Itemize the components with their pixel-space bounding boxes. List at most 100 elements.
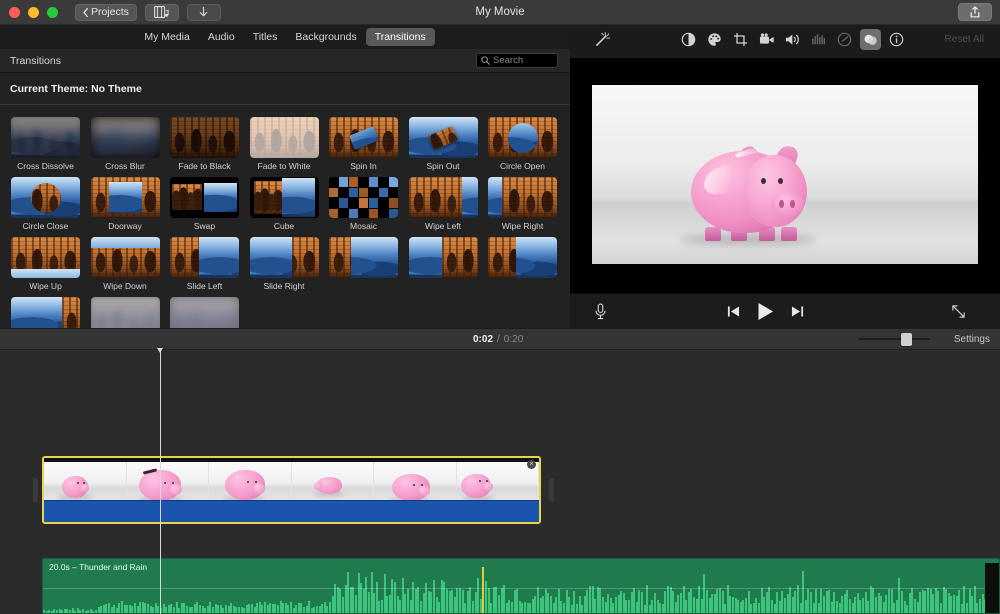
share-button[interactable]: [958, 3, 992, 21]
transition-label: Slide Right: [250, 281, 319, 291]
transition-doorway[interactable]: Doorway: [91, 177, 171, 231]
clip-filter-icon[interactable]: [860, 29, 881, 50]
play-button[interactable]: [757, 302, 774, 321]
timeline-settings-button[interactable]: Settings: [954, 334, 990, 345]
import-media-button[interactable]: [145, 4, 179, 21]
minimize-light[interactable]: [28, 7, 39, 18]
transition-label: Mosaic: [329, 221, 398, 231]
back-to-projects-button[interactable]: Projects: [75, 4, 137, 21]
transition-wipe-up[interactable]: Wipe Up: [11, 237, 91, 291]
voiceover-mic-button[interactable]: [594, 303, 607, 320]
speed-icon[interactable]: [834, 29, 855, 50]
total-duration: 0:20: [504, 334, 523, 345]
clip-trim-handle-left[interactable]: [33, 478, 38, 502]
timeline-toolbar: 0:02 / 0:20 Settings: [0, 328, 1000, 350]
zoom-slider-track: [858, 338, 930, 340]
audio-clip[interactable]: 20.0s – Thunder and Rain: [42, 558, 1000, 614]
transition-thumbnail: [11, 237, 80, 278]
transition-thumbnail: [329, 177, 398, 218]
transitions-browser[interactable]: Cross Dissolve Cross Blur Fade to Black …: [0, 106, 570, 328]
close-light[interactable]: [9, 7, 20, 18]
transition-label: Cross Dissolve: [11, 161, 80, 171]
transition-swap[interactable]: Swap: [170, 177, 250, 231]
skip-backward-button[interactable]: [727, 305, 740, 318]
fullscreen-expand-icon: [951, 304, 966, 319]
inspector-toolbar: Reset All: [570, 25, 1000, 54]
transition-cross-blur[interactable]: Cross Blur: [91, 117, 171, 171]
audio-clip-label: 20.0s – Thunder and Rain: [49, 562, 147, 572]
transition-fade-to-white[interactable]: Fade to White: [250, 117, 330, 171]
browser-title: Transitions: [10, 55, 61, 67]
tab-audio[interactable]: Audio: [199, 28, 244, 46]
transition-label: Spin Out: [409, 161, 478, 171]
tab-backgrounds[interactable]: Backgrounds: [286, 28, 365, 46]
time-separator: /: [497, 334, 500, 345]
transition-partial-c[interactable]: [488, 237, 568, 291]
download-button[interactable]: [187, 4, 221, 21]
transition-cube[interactable]: Cube: [250, 177, 330, 231]
clip-audio-waveform[interactable]: [44, 500, 539, 522]
transport-buttons: [727, 302, 804, 321]
clip-trim-handle-right[interactable]: [549, 478, 554, 502]
transition-thumbnail: [250, 117, 319, 158]
transition-label: Fade to Black: [170, 161, 239, 171]
play-icon: [757, 302, 774, 321]
transition-slide-right[interactable]: Slide Right: [250, 237, 330, 291]
skip-forward-icon: [791, 305, 804, 318]
transition-partial-a[interactable]: [329, 237, 409, 291]
maximize-light[interactable]: [47, 7, 58, 18]
transition-partial-f[interactable]: [170, 297, 250, 328]
transition-label: Fade to White: [250, 161, 319, 171]
skip-forward-button[interactable]: [791, 305, 804, 318]
crop-icon[interactable]: [730, 29, 751, 50]
transition-slide-left[interactable]: Slide Left: [170, 237, 250, 291]
transition-thumbnail: [250, 177, 319, 218]
volume-icon[interactable]: [782, 29, 803, 50]
video-preview[interactable]: [592, 85, 978, 264]
color-correction-icon[interactable]: [704, 29, 725, 50]
transition-partial-d[interactable]: [11, 297, 91, 328]
noise-reduction-icon[interactable]: [808, 29, 829, 50]
transition-thumbnail: [170, 177, 239, 218]
tab-my-media[interactable]: My Media: [135, 28, 199, 46]
color-balance-icon[interactable]: [678, 29, 699, 50]
transition-circle-open[interactable]: Circle Open: [488, 117, 568, 171]
transition-partial-b[interactable]: [409, 237, 489, 291]
tab-titles[interactable]: Titles: [244, 28, 287, 46]
pig-snout: [771, 191, 804, 218]
timeline-zoom-slider[interactable]: [858, 332, 930, 346]
search-placeholder: Search: [493, 55, 523, 66]
tab-transitions[interactable]: Transitions: [366, 28, 435, 46]
transition-label: Cross Blur: [91, 161, 160, 171]
filmstrip-frame: [44, 462, 127, 504]
pig-head: [744, 155, 807, 227]
chevron-left-icon: [83, 8, 88, 17]
reset-all-button[interactable]: Reset All: [945, 34, 984, 45]
transition-mosaic[interactable]: Mosaic: [329, 177, 409, 231]
transition-thumbnail: [170, 117, 239, 158]
auto-enhance-button[interactable]: [592, 30, 612, 50]
stabilization-icon[interactable]: [756, 29, 777, 50]
current-theme-bar[interactable]: Current Theme: No Theme: [0, 73, 570, 105]
transition-label: Wipe Right: [488, 221, 557, 231]
fullscreen-button[interactable]: [951, 304, 966, 319]
playhead[interactable]: [160, 350, 161, 614]
skip-backward-icon: [727, 305, 740, 318]
transition-wipe-left[interactable]: Wipe Left: [409, 177, 489, 231]
video-clip[interactable]: ×: [42, 456, 541, 524]
transition-spin-out[interactable]: Spin Out: [409, 117, 489, 171]
search-input[interactable]: Search: [476, 53, 558, 68]
transition-circle-close[interactable]: Circle Close: [11, 177, 91, 231]
zoom-slider-knob[interactable]: [901, 333, 912, 346]
title-bar: Projects My Movie: [0, 0, 1000, 25]
transition-wipe-right[interactable]: Wipe Right: [488, 177, 568, 231]
clip-delete-badge[interactable]: ×: [527, 460, 536, 469]
transition-spin-in[interactable]: Spin In: [329, 117, 409, 171]
transition-label: Slide Left: [170, 281, 239, 291]
transition-cross-dissolve[interactable]: Cross Dissolve: [11, 117, 91, 171]
info-icon[interactable]: [886, 29, 907, 50]
transition-wipe-down[interactable]: Wipe Down: [91, 237, 171, 291]
transition-partial-e[interactable]: [91, 297, 171, 328]
transitions-grid: Cross Dissolve Cross Blur Fade to Black …: [0, 106, 570, 328]
transition-fade-to-black[interactable]: Fade to Black: [170, 117, 250, 171]
